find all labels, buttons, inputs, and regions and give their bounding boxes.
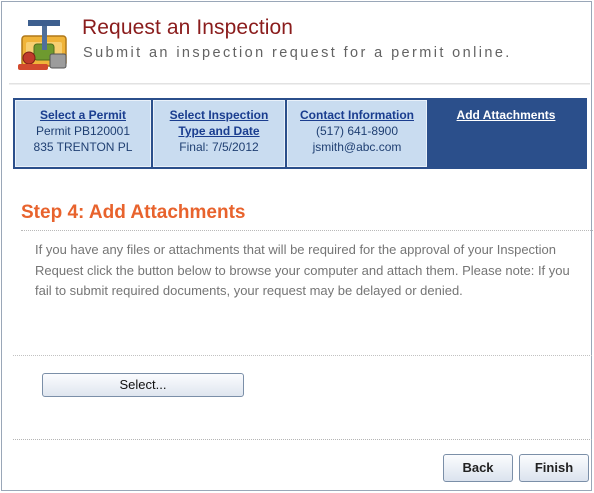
step-contact-information-link[interactable]: Contact Information [288, 107, 426, 123]
step-permit-address: 835 TRENTON PL [33, 140, 133, 154]
step-select-permit[interactable]: Select a Permit Permit PB120001 835 TREN… [15, 100, 151, 167]
step-contact-email: jsmith@abc.com [312, 140, 402, 154]
step-add-attachments-link[interactable]: Add Attachments [430, 107, 582, 123]
heading-divider [21, 230, 593, 231]
step-select-inspection-label-line2: Type and Date [178, 124, 260, 138]
select-file-button[interactable]: Select... [42, 373, 244, 397]
header-divider [9, 83, 590, 85]
content-divider [13, 355, 592, 356]
step-contact-information[interactable]: Contact Information (517) 641-8900 jsmit… [287, 100, 427, 167]
page-subtitle: Submit an inspection request for a permi… [83, 45, 512, 61]
step-select-inspection-label-line1: Select Inspection [169, 108, 269, 122]
finish-button[interactable]: Finish [519, 454, 589, 482]
step-inspection-date: Final: 7/5/2012 [179, 140, 259, 154]
footer-divider [13, 439, 592, 440]
attachments-description: If you have any files or attachments tha… [35, 242, 570, 298]
step-contact-phone: (517) 641-8900 [315, 124, 399, 138]
wizard-steps-bar: Select a Permit Permit PB120001 835 TREN… [13, 98, 587, 169]
tools-icon [18, 20, 67, 70]
step-permit-number: Permit PB120001 [35, 124, 131, 138]
step-select-inspection-link[interactable]: Select Inspection Type and Date [154, 107, 284, 139]
step-heading: Step 4: Add Attachments [21, 202, 246, 223]
wizard-window: Request an Inspection Submit an inspecti… [1, 1, 593, 491]
page-title: Request an Inspection [82, 16, 294, 39]
step-select-inspection[interactable]: Select Inspection Type and Date Final: 7… [153, 100, 285, 167]
step-add-attachments[interactable]: Add Attachments [429, 100, 583, 167]
back-button[interactable]: Back [443, 454, 513, 482]
step-select-permit-link[interactable]: Select a Permit [16, 107, 150, 123]
